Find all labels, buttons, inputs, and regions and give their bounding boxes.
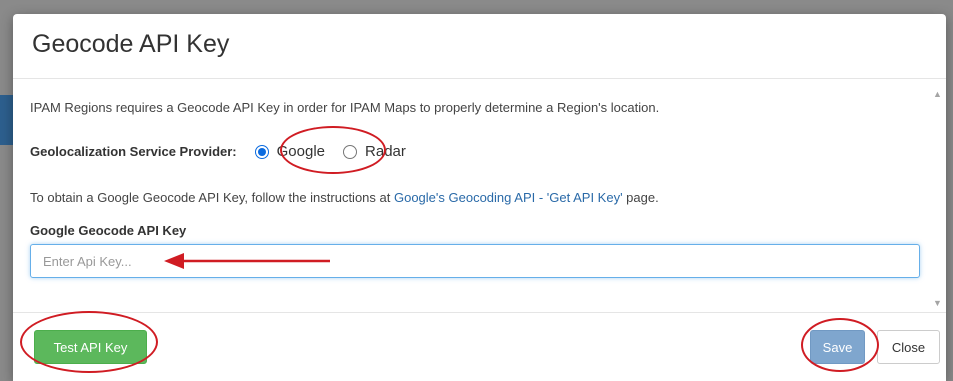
radar-radio-label: Radar xyxy=(365,143,406,160)
triangle-up-icon[interactable]: ▲ xyxy=(933,89,942,99)
close-button[interactable]: Close xyxy=(877,330,940,364)
dialog-footer: Test API Key Save Close xyxy=(13,312,946,381)
dialog-body: IPAM Regions requires a Geocode API Key … xyxy=(13,80,946,312)
dialog-scrollbar[interactable]: ▲ ▼ xyxy=(930,80,946,312)
save-button[interactable]: Save xyxy=(810,330,865,364)
api-key-input[interactable] xyxy=(30,244,920,278)
provider-row: Geolocalization Service Provider: Google… xyxy=(30,143,424,160)
background-nav-fragment xyxy=(0,95,14,145)
google-radio-label: Google xyxy=(276,143,326,160)
intro-text: IPAM Regions requires a Geocode API Key … xyxy=(30,100,660,115)
api-key-label: Google Geocode API Key xyxy=(30,223,187,238)
provider-label: Geolocalization Service Provider: xyxy=(30,144,237,159)
geocode-api-key-dialog: Geocode API Key IPAM Regions requires a … xyxy=(13,14,946,381)
instructions-prefix: To obtain a Google Geocode API Key, foll… xyxy=(30,190,394,205)
triangle-down-icon[interactable]: ▼ xyxy=(933,298,942,308)
provider-option-radar[interactable]: Radar xyxy=(343,143,406,160)
instructions-text: To obtain a Google Geocode API Key, foll… xyxy=(30,190,659,205)
test-api-key-button[interactable]: Test API Key xyxy=(34,330,147,364)
radar-radio[interactable] xyxy=(343,144,358,159)
dialog-header: Geocode API Key xyxy=(13,14,946,79)
geocoding-api-link[interactable]: Google's Geocoding API - 'Get API Key' xyxy=(394,190,623,205)
dialog-title: Geocode API Key xyxy=(32,30,230,58)
provider-option-google[interactable]: Google xyxy=(254,143,326,160)
google-radio[interactable] xyxy=(254,144,269,159)
instructions-suffix: page. xyxy=(622,190,659,205)
